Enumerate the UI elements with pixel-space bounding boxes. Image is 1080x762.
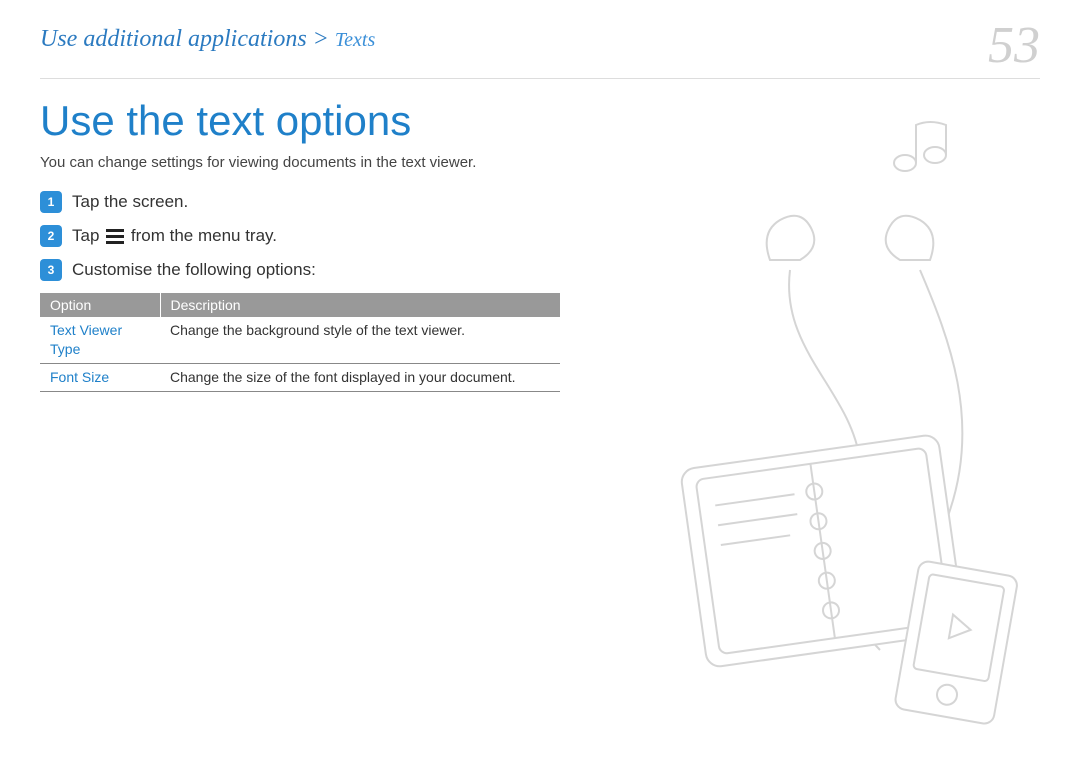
table-row: Font Size Change the size of the font di… [40, 364, 560, 392]
table-row: Text Viewer Type Change the background s… [40, 317, 560, 363]
intro-text: You can change settings for viewing docu… [40, 153, 560, 173]
music-note-icon [894, 122, 946, 171]
breadcrumb-main: Use additional applications [40, 26, 307, 52]
description-cell: Change the background style of the text … [160, 317, 560, 363]
header-divider [40, 78, 1040, 79]
step-item: 2 Tap from the menu tray. [40, 225, 560, 247]
decorative-illustration [620, 90, 1060, 730]
breadcrumb-sep: > [307, 26, 335, 52]
step-text: Tap the screen. [72, 192, 188, 212]
breadcrumb: Use additional applications > Texts [40, 26, 375, 53]
step-text-after: from the menu tray. [131, 226, 277, 245]
menu-icon [106, 229, 124, 244]
page-title: Use the text options [40, 97, 560, 145]
step-text: Tap from the menu tray. [72, 226, 277, 246]
steps-list: 1 Tap the screen. 2 Tap from the menu tr… [40, 191, 560, 281]
table-header-option: Option [40, 293, 160, 317]
page-number: 53 [988, 20, 1040, 72]
option-cell: Font Size [40, 364, 160, 392]
step-item: 3 Customise the following options: [40, 259, 560, 281]
step-text: Customise the following options: [72, 260, 316, 280]
table-header-description: Description [160, 293, 560, 317]
breadcrumb-sub: Texts [335, 29, 375, 51]
step-badge: 2 [40, 225, 62, 247]
step-badge: 3 [40, 259, 62, 281]
options-table: Option Description Text Viewer Type Chan… [40, 293, 560, 392]
step-badge: 1 [40, 191, 62, 213]
description-cell: Change the size of the font displayed in… [160, 364, 560, 392]
step-item: 1 Tap the screen. [40, 191, 560, 213]
step-text-before: Tap [72, 226, 104, 245]
option-cell: Text Viewer Type [40, 317, 160, 363]
